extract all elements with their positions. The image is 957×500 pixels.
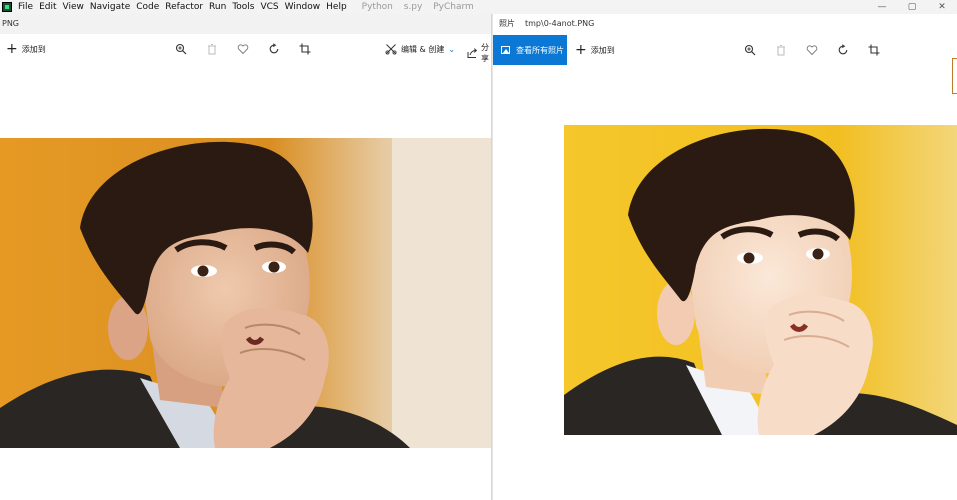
right-photos-window: 照片 tmp\0-4anot.PNG 查看所有照片 + 添加到: [493, 14, 957, 500]
edit-create-button[interactable]: 编辑 & 创建 ⌄: [384, 42, 455, 56]
portrait-photo-left: [0, 138, 491, 448]
zoom-icon[interactable]: [743, 43, 757, 57]
left-photos-window: PNG + 添加到 编辑 & 创建 ⌄ 分享: [0, 14, 491, 500]
left-add-to-label: 添加到: [21, 44, 46, 54]
right-app-name: 照片: [499, 19, 515, 28]
delete-icon[interactable]: [774, 43, 788, 57]
right-title-bar: 照片 tmp\0-4anot.PNG: [493, 14, 957, 34]
zoom-icon[interactable]: [174, 42, 188, 56]
right-file-name: tmp\0-4anot.PNG: [525, 19, 595, 28]
left-add-to-button[interactable]: + 添加到: [6, 42, 46, 56]
rotate-icon[interactable]: [267, 42, 281, 56]
delete-icon[interactable]: [205, 42, 219, 56]
left-window-title: PNG: [2, 19, 20, 28]
minimize-button[interactable]: —: [867, 0, 897, 14]
menu-refactor[interactable]: Refactor: [162, 2, 206, 12]
menu-view[interactable]: View: [60, 2, 87, 12]
crop-icon[interactable]: [867, 43, 881, 57]
pycharm-logo-icon: [2, 2, 12, 12]
side-panel-edge: [952, 58, 957, 94]
edit-icon: [384, 42, 398, 56]
portrait-photo-right: [564, 125, 957, 435]
close-button[interactable]: ✕: [927, 0, 957, 14]
window-controls: — ▢ ✕: [867, 0, 957, 14]
menu-help[interactable]: Help: [323, 2, 350, 12]
right-add-to-button[interactable]: + 添加到: [575, 43, 615, 57]
share-icon: [466, 46, 478, 60]
ide-title-file: s.py: [403, 2, 423, 12]
edit-create-label: 编辑 & 创建: [401, 44, 445, 54]
chevron-down-icon: ⌄: [448, 44, 456, 54]
menu-window[interactable]: Window: [282, 2, 324, 12]
share-label: 分享: [481, 43, 489, 63]
maximize-button[interactable]: ▢: [897, 0, 927, 14]
left-photo: [0, 138, 491, 448]
left-title-bar: PNG: [0, 14, 491, 34]
left-toolbar: + 添加到 编辑 & 创建 ⌄ 分享: [0, 34, 491, 64]
menu-code[interactable]: Code: [133, 2, 162, 12]
menu-navigate[interactable]: Navigate: [87, 2, 133, 12]
ide-menu-bar: File Edit View Navigate Code Refactor Ru…: [0, 0, 957, 14]
view-all-photos-label: 查看所有照片: [516, 45, 564, 55]
right-photo: [564, 125, 957, 435]
menu-run[interactable]: Run: [206, 2, 229, 12]
share-button[interactable]: 分享: [466, 42, 491, 64]
ide-window-title: Python s.py PyCharm: [362, 2, 482, 12]
menu-vcs[interactable]: VCS: [257, 2, 281, 12]
menu-edit[interactable]: Edit: [36, 2, 59, 12]
plus-icon: +: [575, 42, 587, 58]
ide-title-project: Python: [361, 2, 393, 12]
heart-icon[interactable]: [805, 43, 819, 57]
right-add-to-label: 添加到: [590, 45, 615, 55]
menu-tools[interactable]: Tools: [229, 2, 257, 12]
rotate-icon[interactable]: [836, 43, 850, 57]
plus-icon: +: [6, 41, 18, 57]
heart-icon[interactable]: [236, 42, 250, 56]
menu-file[interactable]: File: [15, 2, 36, 12]
ide-title-app: PyCharm: [433, 2, 474, 12]
view-all-photos-button[interactable]: 查看所有照片: [493, 35, 567, 65]
image-icon: [501, 46, 510, 54]
crop-icon[interactable]: [298, 42, 312, 56]
